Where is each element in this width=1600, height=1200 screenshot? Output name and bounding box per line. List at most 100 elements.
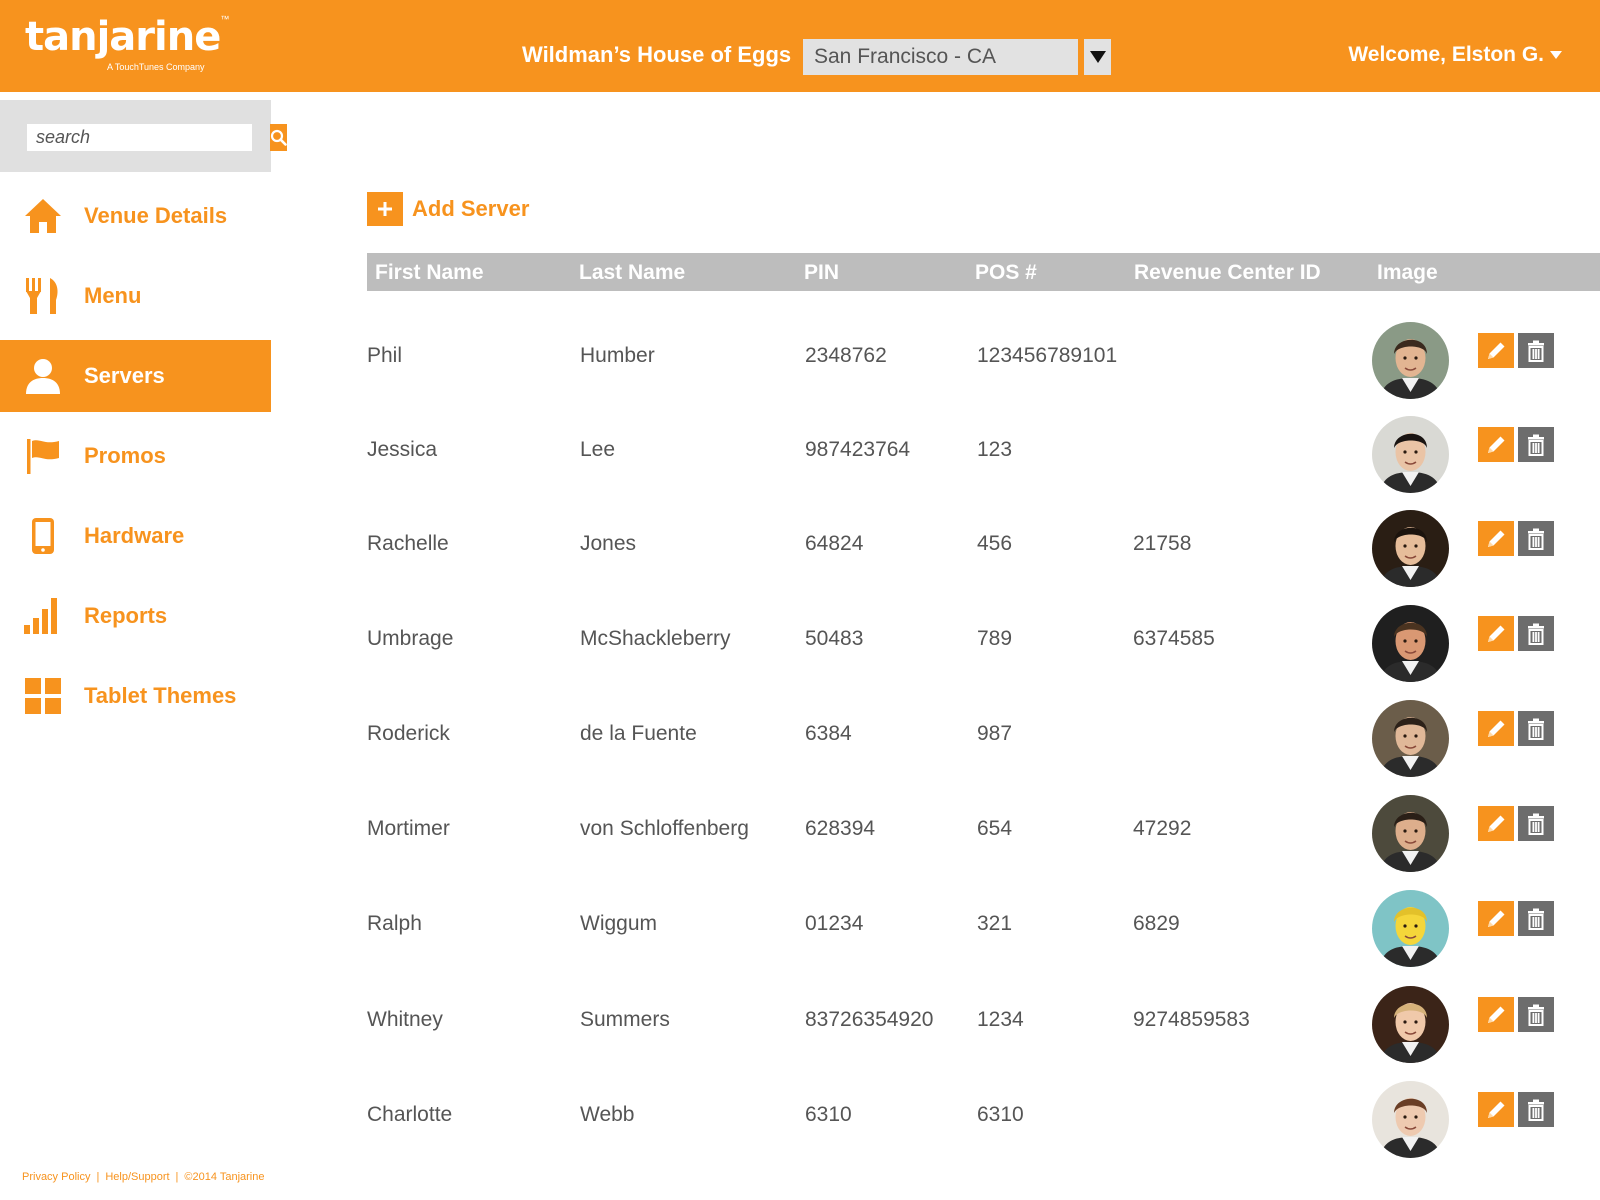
location-dropdown-button[interactable] xyxy=(1084,39,1111,75)
search-input[interactable] xyxy=(27,124,270,151)
search-box xyxy=(27,124,287,151)
location-select[interactable]: San Francisco - CA xyxy=(803,39,1111,75)
cell-last: Wiggum xyxy=(580,912,658,935)
logo-wordmark: tanjarine xyxy=(25,14,221,60)
delete-server-button[interactable] xyxy=(1518,806,1554,841)
cell-pos: 6310 xyxy=(977,1103,1024,1126)
column-header-revenue-center-id: Revenue Center ID xyxy=(1134,261,1321,284)
footer-separator: | xyxy=(96,1171,100,1183)
table-row: Mortimer von Schloffenberg 628394 654 47292 xyxy=(367,795,1567,885)
edit-server-button[interactable] xyxy=(1478,711,1514,746)
pencil-icon xyxy=(1488,342,1505,359)
footer-links: Privacy Policy | Help/Support | ©2014 Tanjar… xyxy=(22,1171,264,1183)
cell-last: von Schloffenberg xyxy=(580,817,749,840)
logo-tagline: A TouchTunes Company xyxy=(107,62,205,72)
delete-server-button[interactable] xyxy=(1518,1092,1554,1127)
copyright: ©2014 Tanjarine xyxy=(184,1171,265,1183)
sidebar-item-label: Menu xyxy=(84,283,142,308)
trash-icon xyxy=(1528,813,1544,835)
cell-pin: 64824 xyxy=(805,532,864,555)
avatar-portrait-icon xyxy=(1372,322,1449,399)
sidebar-item-promos[interactable]: Promos xyxy=(0,420,271,492)
table-row: Whitney Summers 83726354920 1234 9274859583 xyxy=(367,986,1567,1076)
grid-icon xyxy=(23,676,63,716)
fork-knife-icon xyxy=(23,276,63,316)
sidebar-item-venue-details[interactable]: Venue Details xyxy=(0,180,271,252)
delete-server-button[interactable] xyxy=(1518,333,1554,368)
delete-server-button[interactable] xyxy=(1518,616,1554,651)
cell-first: Whitney xyxy=(367,1008,443,1031)
sidebar-item-label: Promos xyxy=(84,443,166,468)
cell-last: McShackleberry xyxy=(580,627,731,650)
cell-pos: 321 xyxy=(977,912,1013,935)
edit-server-button[interactable] xyxy=(1478,901,1514,936)
avatar xyxy=(1372,986,1449,1063)
cell-first: Umbrage xyxy=(367,627,454,650)
avatar xyxy=(1372,510,1449,587)
trash-icon xyxy=(1528,340,1544,362)
cell-first: Charlotte xyxy=(367,1103,453,1126)
table-row: Ralph Wiggum 01234 321 6829 xyxy=(367,890,1567,980)
trash-icon xyxy=(1528,718,1544,740)
delete-server-button[interactable] xyxy=(1518,711,1554,746)
edit-server-button[interactable] xyxy=(1478,616,1514,651)
cell-pos: 123456789101 xyxy=(977,344,1118,367)
search-button[interactable] xyxy=(270,124,287,151)
pencil-icon xyxy=(1488,815,1505,832)
delete-server-button[interactable] xyxy=(1518,901,1554,936)
avatar xyxy=(1372,1081,1449,1158)
edit-server-button[interactable] xyxy=(1478,806,1514,841)
sidebar-item-servers[interactable]: Servers xyxy=(0,340,271,412)
column-header-pos: POS # xyxy=(975,261,1037,284)
sidebar-item-tablet-themes[interactable]: Tablet Themes xyxy=(0,660,271,732)
plus-icon xyxy=(367,192,403,226)
sidebar-item-label: Venue Details xyxy=(84,203,228,228)
cell-pin: 987423764 xyxy=(805,438,911,461)
avatar-portrait-icon xyxy=(1372,416,1449,493)
sidebar-nav: Venue Details Menu Servers Promos Hardwa… xyxy=(0,180,271,740)
cell-revenue: 47292 xyxy=(1133,817,1192,840)
avatar xyxy=(1372,416,1449,493)
table-row: Roderick de la Fuente 6384 987 xyxy=(367,700,1567,790)
welcome-text: Welcome, Elston G. xyxy=(1348,43,1544,66)
avatar-portrait-icon xyxy=(1372,986,1449,1063)
cell-revenue: 6829 xyxy=(1133,912,1180,935)
delete-server-button[interactable] xyxy=(1518,427,1554,462)
pencil-icon xyxy=(1488,720,1505,737)
edit-server-button[interactable] xyxy=(1478,997,1514,1032)
cell-first: Roderick xyxy=(367,722,450,745)
delete-server-button[interactable] xyxy=(1518,997,1554,1032)
sidebar-item-hardware[interactable]: Hardware xyxy=(0,500,271,572)
edit-server-button[interactable] xyxy=(1478,1092,1514,1127)
top-header: tanjarine™ A TouchTunes Company Wildman’… xyxy=(0,0,1600,92)
pencil-icon xyxy=(1488,530,1505,547)
search-icon xyxy=(270,129,287,146)
add-server-button[interactable]: Add Server xyxy=(367,192,529,226)
cell-pin: 2348762 xyxy=(805,344,887,367)
trash-icon xyxy=(1528,1099,1544,1121)
trash-icon xyxy=(1528,1004,1544,1026)
user-menu[interactable]: Welcome, Elston G. xyxy=(1348,43,1562,67)
cell-pin: 628394 xyxy=(805,817,876,840)
location-value[interactable]: San Francisco - CA xyxy=(803,39,1078,75)
sidebar-item-menu[interactable]: Menu xyxy=(0,260,271,332)
pencil-icon xyxy=(1488,1101,1505,1118)
cell-pin: 01234 xyxy=(805,912,864,935)
sidebar-item-label: Reports xyxy=(84,603,168,628)
edit-server-button[interactable] xyxy=(1478,427,1514,462)
cell-pos: 1234 xyxy=(977,1008,1024,1031)
cell-first: Jessica xyxy=(367,438,438,461)
privacy-policy-link[interactable]: Privacy Policy xyxy=(22,1171,90,1183)
logo[interactable]: tanjarine™ A TouchTunes Company xyxy=(25,14,229,72)
help-support-link[interactable]: Help/Support xyxy=(105,1171,169,1183)
cell-first: Rachelle xyxy=(367,532,449,555)
person-icon xyxy=(23,356,63,396)
delete-server-button[interactable] xyxy=(1518,521,1554,556)
cell-pos: 654 xyxy=(977,817,1013,840)
sidebar-item-reports[interactable]: Reports xyxy=(0,580,271,652)
home-icon xyxy=(23,196,63,236)
edit-server-button[interactable] xyxy=(1478,521,1514,556)
trash-icon xyxy=(1528,528,1544,550)
edit-server-button[interactable] xyxy=(1478,333,1514,368)
cell-last: Lee xyxy=(580,438,616,461)
